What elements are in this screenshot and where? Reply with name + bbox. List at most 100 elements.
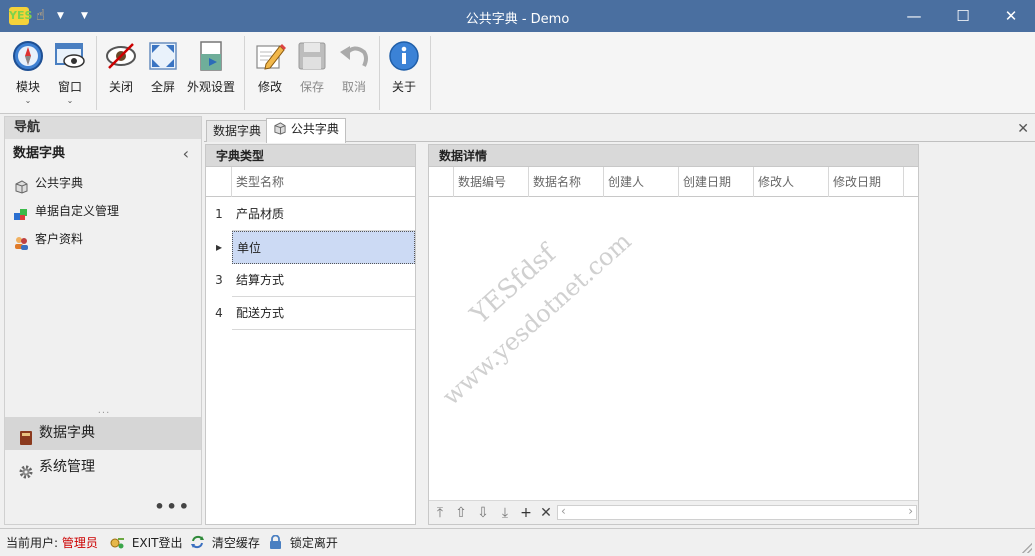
table-row[interactable]: 4 配送方式 xyxy=(206,297,415,330)
about-button[interactable]: 关于 xyxy=(382,36,426,95)
cell-type-name[interactable]: 配送方式 xyxy=(232,297,415,330)
refresh-icon xyxy=(190,535,205,549)
column-header-create-date[interactable]: 创建日期 xyxy=(679,167,754,197)
save-label: 保存 xyxy=(299,80,324,94)
nav-section-label: 数据字典 xyxy=(39,425,95,441)
fullscreen-button[interactable]: 全屏 xyxy=(141,36,185,95)
nav-item-document-custom[interactable]: 单据自定义管理 xyxy=(5,197,201,225)
cell-type-name[interactable]: 产品材质 xyxy=(232,198,415,231)
cube-icon xyxy=(273,121,287,141)
appearance-label: 外观设置 xyxy=(186,80,235,94)
nav-item-public-dictionary[interactable]: 公共字典 xyxy=(5,169,201,197)
lock-button[interactable]: 锁定离开 xyxy=(268,534,338,552)
lock-label: 锁定离开 xyxy=(289,536,338,550)
eye-slash-icon xyxy=(105,40,137,72)
ribbon-separator xyxy=(244,36,245,110)
close-view-button[interactable]: 关闭 xyxy=(99,36,143,95)
logout-label: EXIT登出 xyxy=(131,536,183,550)
clear-cache-label: 清空缓存 xyxy=(211,536,260,550)
tab-data-dictionary[interactable]: 数据字典 xyxy=(206,120,269,142)
table-row[interactable]: 3 结算方式 xyxy=(206,264,415,297)
collapse-chevron-icon[interactable]: ‹ xyxy=(183,139,189,169)
undo-icon xyxy=(338,40,370,72)
scroll-left-icon[interactable]: ‹ xyxy=(561,504,566,518)
save-button[interactable]: 保存 xyxy=(290,36,334,95)
cell-type-name[interactable]: 结算方式 xyxy=(232,264,415,297)
users-icon xyxy=(14,232,29,250)
nav-group-label: 数据字典 xyxy=(13,146,66,161)
info-icon xyxy=(388,40,420,72)
module-dropdown-icon: ⌄ xyxy=(24,96,32,105)
ribbon-separator xyxy=(96,36,97,110)
pencil-edit-icon xyxy=(254,40,286,72)
maximize-button[interactable]: ☐ xyxy=(940,0,986,32)
fullscreen-icon xyxy=(147,40,179,72)
nav-splitter-grip[interactable]: ... xyxy=(5,405,203,416)
edit-button[interactable]: 修改 xyxy=(248,36,292,95)
nav-item-customers[interactable]: 客户资料 xyxy=(5,225,201,253)
row-indicator: 1 xyxy=(215,207,223,221)
next-record-icon[interactable]: ⇩ xyxy=(474,504,492,522)
row-indicator: 3 xyxy=(215,273,223,287)
nav-section-data-dictionary[interactable]: 数据字典 xyxy=(5,417,201,450)
column-header-modifier[interactable]: 修改人 xyxy=(754,167,829,197)
column-header-modify-date[interactable]: 修改日期 xyxy=(829,167,904,197)
ribbon-separator xyxy=(379,36,380,110)
last-record-icon[interactable]: ⤓ xyxy=(496,504,514,522)
dictionary-types-panel: 字典类型 类型名称 1 产品材质 ▸ 单位 3 结算方式 4 配送方式 xyxy=(205,144,416,525)
tab-public-dictionary[interactable]: 公共字典 xyxy=(266,118,346,143)
close-window-button[interactable]: ✕ xyxy=(988,0,1034,32)
clear-cache-button[interactable]: 清空缓存 xyxy=(190,534,260,552)
minimize-button[interactable]: — xyxy=(891,0,937,32)
appearance-settings-button[interactable]: 外观设置 xyxy=(183,36,239,95)
cancel-button[interactable]: 取消 xyxy=(332,36,376,95)
previous-record-icon[interactable]: ⇧ xyxy=(452,504,470,522)
add-record-icon[interactable]: + xyxy=(517,504,535,522)
row-indicator: ▸ xyxy=(215,240,223,254)
nav-section-system-management[interactable]: 系统管理 xyxy=(5,451,201,484)
cell-type-name[interactable]: 单位 xyxy=(232,231,415,264)
nav-more-icon[interactable]: ••• xyxy=(154,497,191,516)
column-header-type-name[interactable]: 类型名称 xyxy=(232,167,415,197)
scroll-right-icon[interactable]: › xyxy=(908,504,913,518)
floppy-save-icon xyxy=(296,40,328,72)
fullscreen-label: 全屏 xyxy=(150,80,175,94)
module-button[interactable]: 模块 ⌄ xyxy=(6,36,50,105)
window-label: 窗口 xyxy=(57,80,82,94)
window-eye-icon xyxy=(54,40,86,72)
window-button[interactable]: 窗口 ⌄ xyxy=(48,36,92,105)
grid-header: 类型名称 xyxy=(206,167,415,197)
first-record-icon[interactable]: ⤒ xyxy=(431,504,449,522)
window-dropdown-icon: ⌄ xyxy=(66,96,74,105)
window-title: 公共字典 - Demo xyxy=(465,12,570,27)
logout-button[interactable]: EXIT登出 xyxy=(110,534,183,552)
grid-header: 数据编号 数据名称 创建人 创建日期 修改人 修改日期 xyxy=(429,167,918,197)
current-user-label: 当前用户: xyxy=(6,536,59,550)
row-indicator-header xyxy=(206,167,232,197)
close-tab-icon[interactable]: ✕ xyxy=(1017,121,1029,137)
nav-item-label: 单据自定义管理 xyxy=(35,204,120,218)
delete-record-icon[interactable]: ✕ xyxy=(537,504,555,522)
ribbon-toolbar: 模块 ⌄ 窗口 ⌄ 关闭 全屏 外观设置 修改 保存 取消 关于 xyxy=(0,32,1035,114)
row-indicator-header xyxy=(429,167,454,197)
horizontal-scrollbar[interactable]: ‹ › xyxy=(557,504,917,520)
compass-icon xyxy=(12,40,44,72)
panel-title: 数据详情 xyxy=(429,145,918,167)
cancel-label: 取消 xyxy=(341,80,366,94)
puzzle-icon xyxy=(14,204,29,220)
table-row[interactable]: ▸ 单位 xyxy=(206,231,415,264)
column-header-data-name[interactable]: 数据名称 xyxy=(529,167,604,197)
ribbon-separator xyxy=(430,36,431,110)
column-header-data-code[interactable]: 数据编号 xyxy=(454,167,529,197)
status-bar: 当前用户: 管理员 EXIT登出 清空缓存 锁定离开 xyxy=(0,528,1035,556)
navigation-pane: 导航 数据字典 ‹ 公共字典 单据自定义管理 客户资料 ... 数据字典 系统管… xyxy=(4,116,202,525)
edit-label: 修改 xyxy=(257,80,282,94)
lock-icon xyxy=(268,534,283,549)
resize-grip-icon[interactable] xyxy=(1022,543,1032,553)
row-indicator: 4 xyxy=(215,306,223,320)
book-icon xyxy=(18,426,34,445)
tab-label: 公共字典 xyxy=(290,122,339,136)
table-row[interactable]: 1 产品材质 xyxy=(206,198,415,231)
title-bar: YES ☝ ▼ ▼ 公共字典 - Demo — ☐ ✕ xyxy=(0,0,1035,32)
column-header-creator[interactable]: 创建人 xyxy=(604,167,679,197)
